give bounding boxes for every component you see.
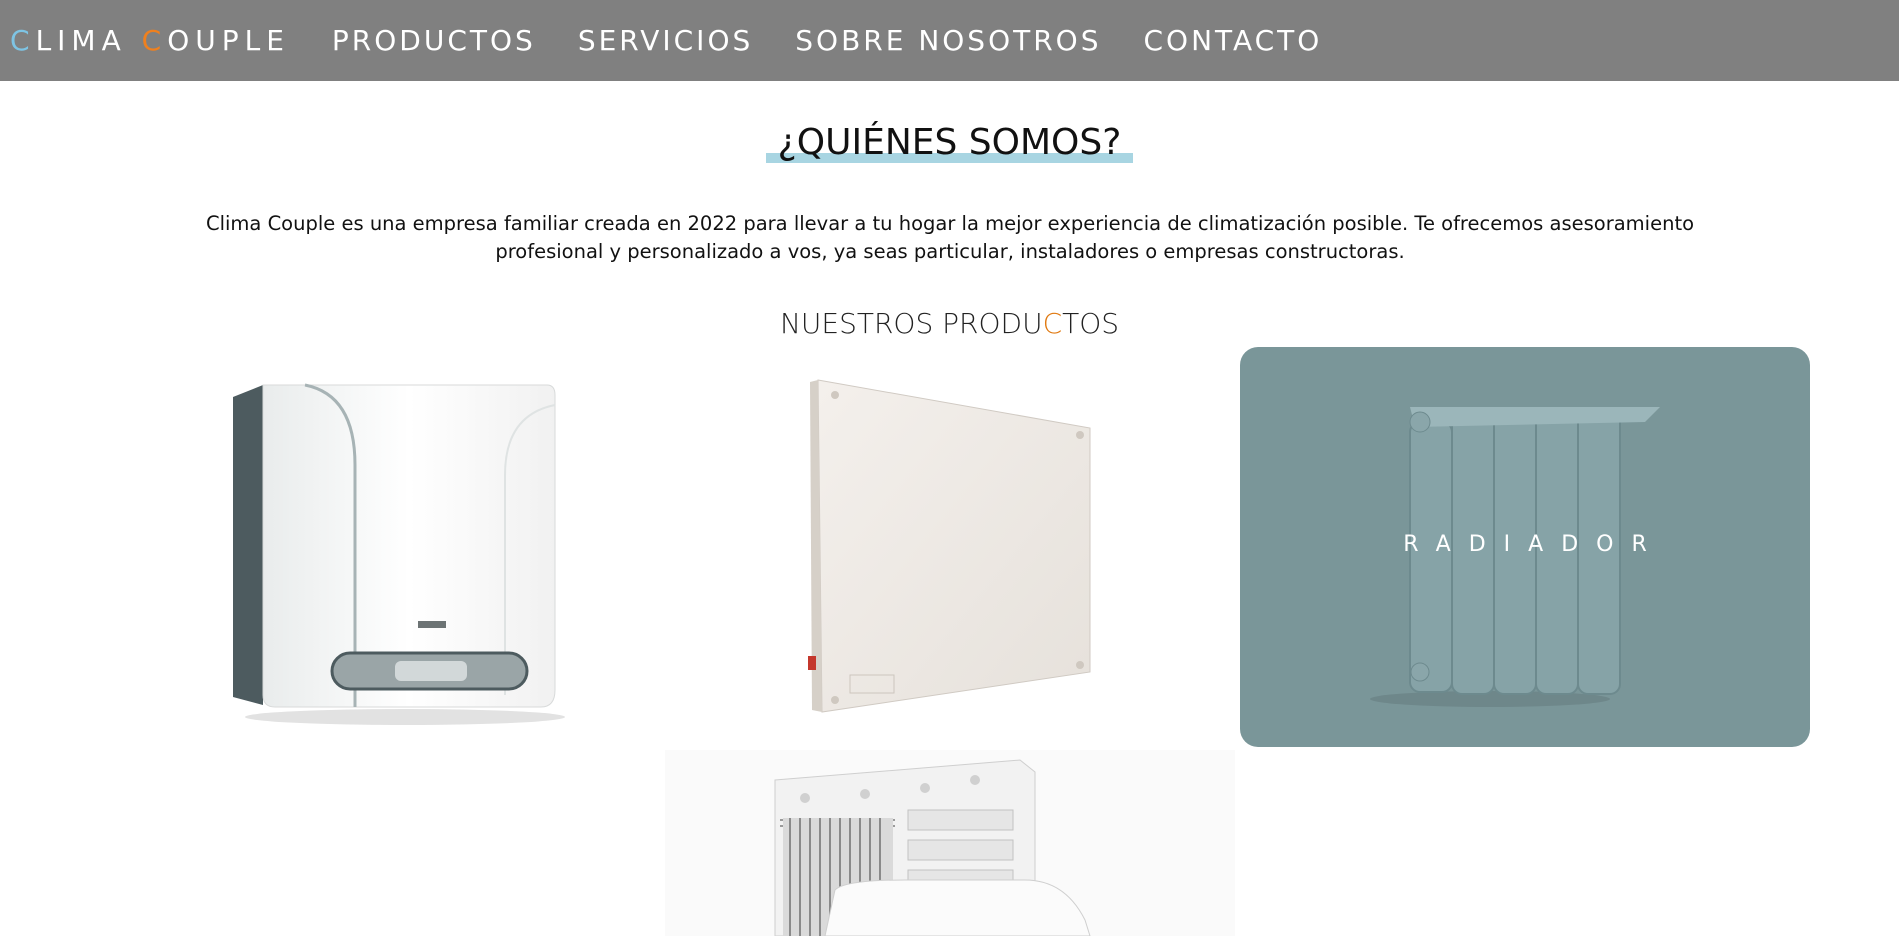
nav-link-productos[interactable]: PRODUCTOS [332, 24, 536, 57]
product-card-boiler[interactable] [205, 355, 580, 735]
boiler-image [233, 383, 565, 725]
brand-initial-c2: C [141, 24, 168, 57]
about-heading-text: ¿QUIÉNES SOMOS? [777, 122, 1122, 163]
nav-link-contacto[interactable]: CONTACTO [1144, 24, 1323, 57]
brand-initial-c: C [10, 24, 36, 57]
radiator-label: RADIADOR [1403, 532, 1665, 557]
about-paragraph: Clima Couple es una empresa familiar cre… [205, 212, 1695, 263]
nav-link-sobre-nosotros[interactable]: SOBRE NOSOTROS [795, 24, 1101, 57]
products-heading: NUESTROS PRODUCTOS [0, 307, 1899, 340]
air-conditioner-image [774, 759, 1091, 936]
brand-word-lima: LIMA [35, 24, 127, 57]
brand-logo[interactable]: CLIMA COUPLE [10, 24, 290, 57]
products-heading-part2: TOS [1062, 307, 1120, 340]
about-heading: ¿QUIÉNES SOMOS? [765, 122, 1134, 163]
about-heading-wrap: ¿QUIÉNES SOMOS? [0, 122, 1899, 163]
top-navbar: CLIMA COUPLE PRODUCTOS SERVICIOS SOBRE N… [0, 0, 1899, 81]
products-heading-highlight: C [1042, 307, 1063, 340]
nav-link-servicios[interactable]: SERVICIOS [578, 24, 753, 57]
product-card-air-conditioner[interactable] [665, 750, 1235, 936]
product-card-radiator[interactable]: RADIADOR [1240, 347, 1810, 747]
products-heading-part1: NUESTROS PRODU [779, 307, 1043, 340]
product-card-panel-heater[interactable] [790, 360, 1130, 730]
panel-heater-image [808, 379, 1091, 713]
brand-word-ouple: OUPLE [167, 24, 290, 57]
